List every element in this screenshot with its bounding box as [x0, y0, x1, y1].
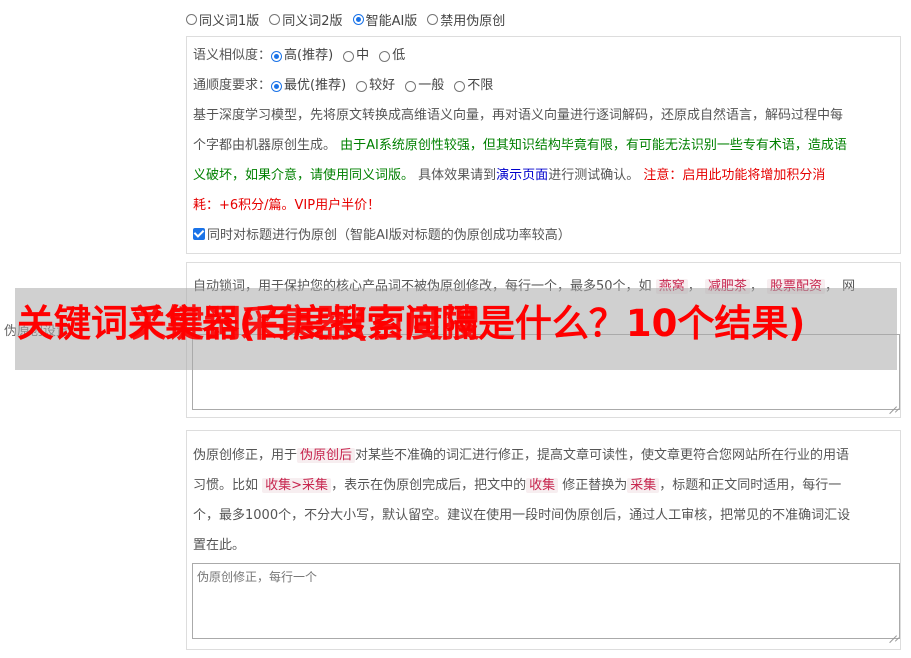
- correction-line-2: 习惯。比如 收集>采集 ，表示在伪原创完成后，把文中的 收集 修正替换为 采集 ，标题和…: [193, 478, 842, 493]
- description-line-1: 基于深度学习模型，先将原文转换成高维语义向量，再对语义向量进行逐词解码，还原成自…: [193, 108, 844, 123]
- radio-icon[interactable]: [356, 80, 368, 92]
- version-option-ai[interactable]: 智能AI版: [352, 10, 417, 29]
- radio-icon[interactable]: [269, 14, 281, 25]
- fluency-option-best[interactable]: 最优(推荐): [271, 71, 346, 101]
- radio-selected-icon[interactable]: [271, 80, 283, 92]
- title-rewrite-label: 同时对标题进行伪原创（智能AI版对标题的伪原创成功率较高）: [207, 228, 571, 243]
- correction-line-3: 个，最多1000个，不分大小写，默认留空。建议在使用一段时间伪原创后，通过人工审…: [193, 508, 851, 523]
- resize-handle-icon[interactable]: [889, 399, 897, 407]
- correction-placeholder: 伪原创修正，每行一个: [197, 570, 318, 584]
- version-option-synonym1[interactable]: 同义词1版: [186, 10, 259, 29]
- correction-line-1: 伪原创修正，用于 伪原创后 对某些不准确的词汇进行修正，提高文章可读性，使文章更符合…: [193, 448, 850, 463]
- fluency-option-normal[interactable]: 一般: [405, 71, 444, 101]
- overlay-title: 关键词采集器(百度搜索间隔是什么？10个结果): [17, 302, 806, 345]
- radio-selected-icon[interactable]: [352, 14, 364, 25]
- fluency-label: 通顺度要求：: [193, 78, 272, 93]
- checkbox-checked-icon[interactable]: [193, 228, 205, 240]
- description-line-2: 个字都由机器原创生成。 由于AI系统原创性较强，但其知识结构毕竟有限，有可能无法…: [193, 138, 847, 153]
- correction-line-4: 置在此。: [193, 538, 246, 553]
- radio-icon[interactable]: [186, 14, 197, 25]
- radio-icon[interactable]: [379, 50, 391, 62]
- radio-icon[interactable]: [454, 80, 466, 92]
- radio-icon[interactable]: [405, 80, 417, 92]
- correction-tag: 收集: [526, 478, 559, 493]
- fluency-row: 通顺度要求： 最优(推荐) 较好 一般 不限: [193, 71, 894, 101]
- resize-handle-icon[interactable]: [889, 628, 897, 636]
- correction-tag: 收集>采集: [262, 478, 332, 493]
- description-line-4: 耗：+6积分/篇。VIP用户半价！: [193, 198, 381, 213]
- version-option-synonym2[interactable]: 同义词2版: [269, 10, 343, 29]
- radio-selected-icon[interactable]: [271, 50, 283, 62]
- cost-notice-text: 注意：启用此功能将增加积分消: [643, 168, 826, 183]
- radio-icon[interactable]: [343, 50, 355, 62]
- similarity-option-high[interactable]: 高(推荐): [271, 41, 333, 71]
- title-rewrite-row[interactable]: 同时对标题进行伪原创（智能AI版对标题的伪原创成功率较高）: [193, 221, 894, 251]
- radio-icon[interactable]: [427, 14, 439, 25]
- ai-warning-text: 由于AI系统原创性较强，但其知识结构毕竟有限，有可能无法识别一些专有术语，造成语: [340, 138, 847, 153]
- demo-page-link[interactable]: 演示页面: [496, 168, 548, 183]
- ai-settings-panel: 语义相似度： 高(推荐) 中 低 通顺度要求： 最优(推荐) 较好 一般 不限 …: [186, 36, 901, 254]
- correction-textarea[interactable]: 伪原创修正，每行一个: [192, 563, 900, 639]
- version-option-disable[interactable]: 禁用伪原创: [427, 10, 505, 29]
- fluency-option-good[interactable]: 较好: [356, 71, 395, 101]
- fluency-option-any[interactable]: 不限: [454, 71, 493, 101]
- similarity-label: 语义相似度：: [193, 48, 272, 63]
- description-line-3: 义破坏，如果介意，请使用同义词版。 具体效果请到演示页面进行测试确认。 注意：启…: [193, 168, 826, 183]
- similarity-row: 语义相似度： 高(推荐) 中 低: [193, 41, 894, 71]
- similarity-option-mid[interactable]: 中: [343, 41, 369, 71]
- correction-tag: 伪原创后: [297, 448, 356, 463]
- correction-tag: 采集: [627, 478, 660, 493]
- similarity-option-low[interactable]: 低: [379, 41, 405, 71]
- version-radio-group: 同义词1版 同义词2版 智能AI版 禁用伪原创: [186, 10, 515, 29]
